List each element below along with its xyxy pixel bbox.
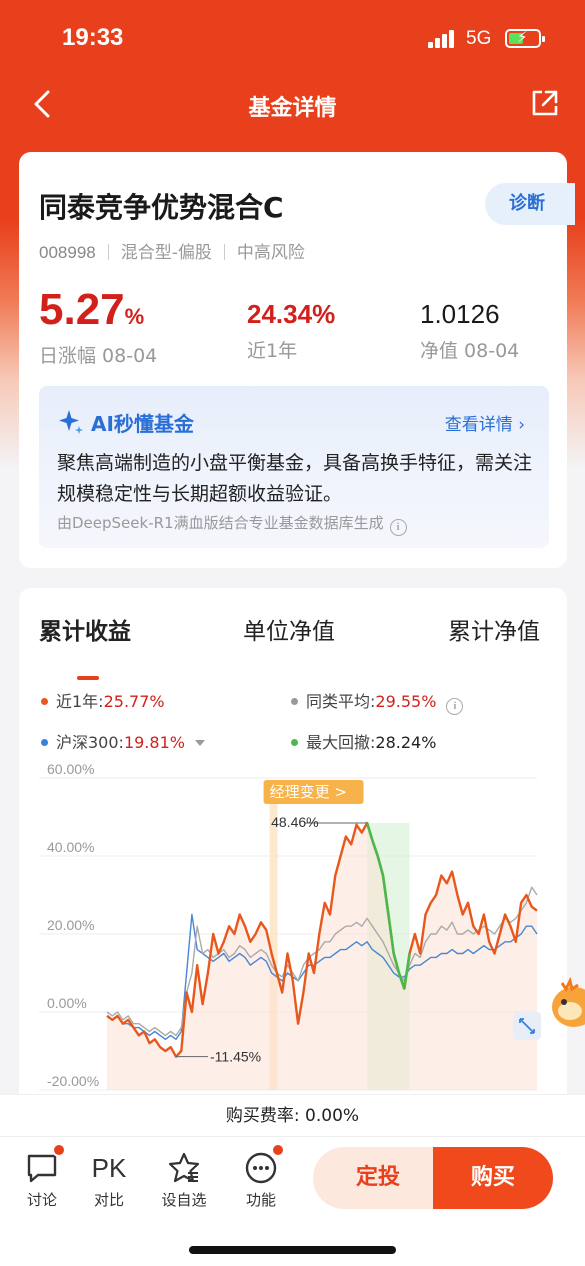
fund-summary-card: 同泰竞争优势混合C 诊断 008998 混合型-偏股 中高风险 5.27% 日涨幅 …: [19, 152, 575, 568]
y-tick-label: -20.00%: [47, 1073, 99, 1089]
bottom-action-bar: 讨论 PK 对比 设自选 功能 定投 购买: [0, 1136, 585, 1216]
status-time: 19:33: [62, 24, 124, 51]
manager-change-label: 经理变更 >: [270, 783, 347, 801]
auto-invest-button[interactable]: 定投: [313, 1147, 443, 1209]
legend-dot: [41, 739, 48, 746]
ai-view-details-link[interactable]: 查看详情 ›: [445, 410, 525, 435]
chevron-down-icon[interactable]: [194, 740, 205, 746]
mascot-icon[interactable]: [548, 975, 585, 1033]
discuss-button[interactable]: 讨论: [12, 1143, 72, 1210]
legend-dot: [291, 739, 298, 746]
share-icon[interactable]: [530, 88, 560, 118]
fund-name: 同泰竞争优势混合C: [39, 191, 284, 224]
add-watchlist-label: 设自选: [161, 1191, 207, 1209]
info-icon[interactable]: i: [389, 519, 407, 536]
tab-unit-nav[interactable]: 单位净值: [243, 612, 335, 646]
fund-code: 008998: [39, 243, 96, 262]
legend-one-year: 近1年:25.77%: [41, 688, 165, 712]
star-icon: [166, 1151, 202, 1185]
legend-csi300[interactable]: 沪深300:19.81%: [41, 729, 205, 753]
min-value-label: -11.45%: [210, 1049, 261, 1065]
nav-label: 净值 08-04: [420, 340, 520, 362]
compare-label: 对比: [93, 1191, 124, 1209]
legend-label: 同类平均:: [306, 692, 376, 711]
compare-button[interactable]: PK 对比: [79, 1151, 139, 1210]
performance-chart-card: 累计收益 单位净值 累计净值 近1年:25.77% 同类平均:29.55% i 沪…: [19, 588, 567, 1108]
ai-footer-text: 由DeepSeek-R1满血版结合专业基金数据库生成: [57, 514, 384, 532]
daily-change-label: 日涨幅 08-04: [39, 345, 158, 367]
fund-risk: 中高风险: [236, 243, 305, 263]
legend-label: 近1年:: [56, 692, 104, 711]
ai-footer: 由DeepSeek-R1满血版结合专业基金数据库生成 i: [57, 512, 407, 536]
legend-dot: [291, 698, 298, 705]
page-title: 基金详情: [248, 96, 337, 121]
y-tick-label: 60.00%: [47, 761, 94, 777]
chat-icon: [24, 1143, 66, 1185]
legend-peer-average: 同类平均:29.55% i: [291, 688, 464, 715]
legend-dot: [41, 698, 48, 705]
ai-summary-text: 聚焦高端制造的小盘平衡基金，具备高换手特征，需关注规模稳定性与长期超额收益验证。: [57, 452, 533, 505]
features-button[interactable]: 功能: [231, 1143, 291, 1210]
discuss-label: 讨论: [26, 1191, 57, 1209]
home-indicator-area: [0, 1216, 585, 1266]
nav-bar: 基金详情: [0, 78, 585, 132]
fund-type: 混合型-偏股: [120, 243, 212, 263]
daily-change-unit: %: [124, 304, 145, 329]
legend-value: 19.81%: [123, 733, 185, 752]
fund-meta: 008998 混合型-偏股 中高风险: [39, 238, 305, 263]
daily-change-value: 5.27: [39, 285, 125, 334]
legend-value: 29.55%: [375, 692, 437, 711]
max-value-label: 48.46%: [271, 814, 318, 830]
features-label: 功能: [245, 1191, 276, 1209]
y-tick-label: 40.00%: [47, 839, 94, 855]
network-label: 5G: [466, 28, 492, 49]
more-icon: [243, 1143, 285, 1185]
nav-value: 1.0126: [420, 299, 500, 329]
ai-title: AI秒懂基金: [91, 412, 194, 436]
y-tick-label: 20.00%: [47, 917, 94, 933]
tab-cumulative-return[interactable]: 累计收益: [39, 612, 131, 646]
info-icon[interactable]: i: [446, 698, 464, 715]
chart-tabs: 累计收益 单位净值 累计净值: [19, 612, 567, 680]
pk-icon: PK: [91, 1153, 127, 1183]
home-indicator[interactable]: [189, 1246, 396, 1254]
legend-label: 沪深300:: [56, 733, 124, 752]
purchase-fee: 购买费率: 0.00%: [0, 1094, 585, 1136]
sparkle-icon: [57, 408, 85, 436]
legend-value: 25.77%: [103, 692, 165, 711]
return-line-chart[interactable]: 60.00% 40.00% 20.00% 0.00% -20.00% 48.46% -11.…: [19, 756, 567, 1096]
add-watchlist-button[interactable]: 设自选: [154, 1151, 214, 1210]
legend-label: 最大回撤:: [306, 733, 376, 752]
nav-metric: 1.0126 净值 08-04: [420, 298, 519, 363]
one-year-label: 近1年: [247, 340, 298, 362]
tab-accumulated-nav[interactable]: 累计净值: [448, 612, 540, 646]
legend-value: 28.24%: [375, 733, 437, 752]
battery-icon: ⚡: [505, 28, 545, 48]
ai-summary-box[interactable]: AI秒懂基金 查看详情 › 聚焦高端制造的小盘平衡基金，具备高换手特征，需关注规…: [39, 386, 549, 548]
one-year-value: 24.34%: [247, 299, 336, 329]
one-year-metric: 24.34% 近1年: [247, 298, 335, 363]
legend-max-drawdown: 最大回撤:28.24%: [291, 729, 436, 753]
daily-change-metric: 5.27% 日涨幅 08-04: [39, 286, 157, 368]
tab-active-indicator: [77, 676, 99, 680]
y-tick-label: 0.00%: [47, 995, 87, 1011]
status-bar: 19:33 5G ⚡: [0, 0, 585, 78]
buy-button[interactable]: 购买: [433, 1147, 553, 1209]
signal-icon: [428, 30, 460, 48]
diagnose-button[interactable]: 诊断: [485, 183, 575, 225]
